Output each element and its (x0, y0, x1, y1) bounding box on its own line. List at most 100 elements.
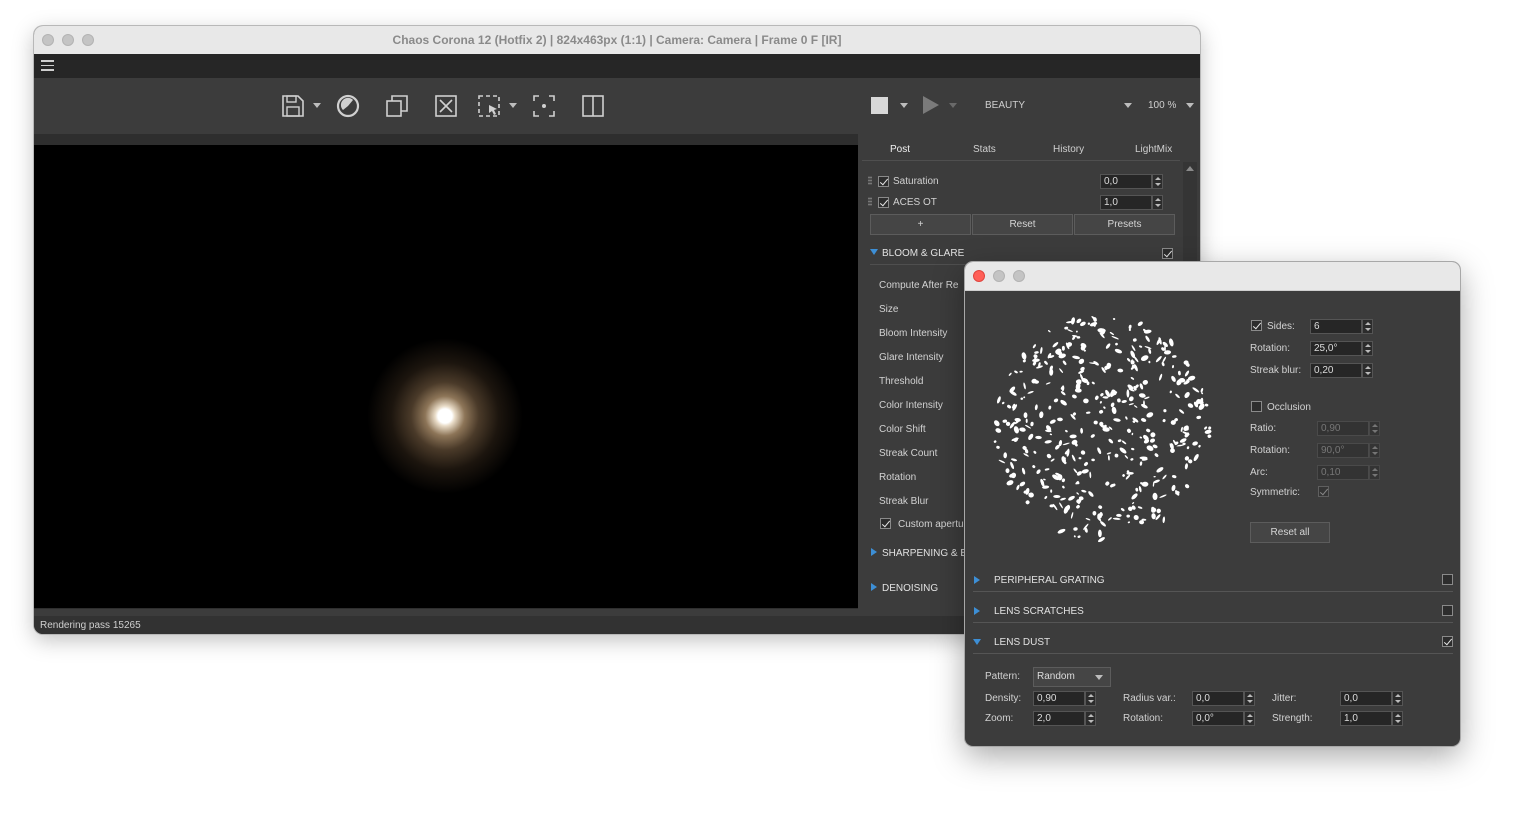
region-select-icon[interactable] (476, 93, 502, 119)
tab-post[interactable]: Post (890, 144, 910, 155)
lens-scratches-checkbox[interactable] (1442, 605, 1453, 616)
custom-aperture-checkbox[interactable] (880, 518, 891, 529)
saturation-stepper[interactable] (1152, 174, 1163, 189)
denoising-title[interactable]: DENOISING (882, 583, 938, 594)
dialog-zoom-button[interactable] (1013, 270, 1025, 282)
stop-dropdown-icon[interactable] (900, 103, 908, 108)
density-field[interactable]: 0,90 (1033, 691, 1085, 706)
aperture-rotation-stepper[interactable] (1362, 341, 1373, 356)
tab-history[interactable]: History (1053, 144, 1084, 155)
radius-var-field[interactable]: 0,0 (1192, 691, 1244, 706)
drag-handle-icon[interactable] (868, 197, 872, 206)
expand-arrow-icon[interactable] (973, 639, 981, 645)
zoom-select[interactable]: 100 % (1148, 100, 1176, 111)
bloom-glare-title[interactable]: BLOOM & GLARE (882, 248, 964, 259)
dialog-close-button[interactable] (973, 270, 985, 282)
jitter-stepper[interactable] (1392, 691, 1403, 706)
dust-speck (1141, 481, 1149, 487)
clear-icon[interactable] (433, 93, 459, 119)
dust-rotation-field[interactable]: 0,0° (1192, 711, 1244, 726)
tab-stats[interactable]: Stats (973, 144, 996, 155)
dust-speck (1131, 345, 1136, 352)
lens-dust-checkbox[interactable] (1442, 636, 1453, 647)
arc-stepper[interactable] (1369, 465, 1380, 480)
copy-icon[interactable] (384, 93, 410, 119)
aces-field[interactable]: 1,0 (1100, 195, 1152, 210)
collapse-arrow-icon[interactable] (974, 576, 980, 584)
streak-blur-stepper[interactable] (1362, 363, 1373, 378)
focus-icon[interactable] (531, 93, 557, 119)
dust-speck (1076, 471, 1082, 476)
dust-speck (1093, 420, 1098, 425)
render-pass-select[interactable]: BEAUTY (985, 100, 1025, 111)
dust-speck (1148, 360, 1151, 364)
split-view-icon[interactable] (580, 93, 606, 119)
occlusion-checkbox[interactable] (1251, 401, 1262, 412)
lens-scratches-title[interactable]: LENS SCRATCHES (994, 606, 1084, 617)
dust-speck (1088, 491, 1094, 497)
play-dropdown-icon[interactable] (949, 103, 957, 108)
arc-field[interactable]: 0,10 (1317, 465, 1369, 480)
dialog-minimize-button[interactable] (993, 270, 1005, 282)
density-stepper[interactable] (1085, 691, 1096, 706)
radius-var-stepper[interactable] (1244, 691, 1255, 706)
aces-checkbox[interactable] (878, 197, 889, 208)
reset-button[interactable]: Reset (972, 214, 1073, 235)
zoom-stepper[interactable] (1085, 711, 1096, 726)
dust-rotation-stepper[interactable] (1244, 711, 1255, 726)
occlusion-rotation-stepper[interactable] (1369, 443, 1380, 458)
hamburger-menu-icon[interactable] (41, 60, 54, 71)
scroll-up-icon[interactable] (1186, 166, 1194, 171)
collapse-arrow-icon[interactable] (871, 548, 877, 556)
drag-handle-icon[interactable] (868, 176, 872, 185)
reset-all-button[interactable]: Reset all (1250, 522, 1330, 543)
save-dropdown-icon[interactable] (313, 103, 321, 108)
presets-button[interactable]: Presets (1074, 214, 1175, 235)
dust-speck (1132, 502, 1135, 505)
save-icon[interactable] (280, 93, 306, 119)
peripheral-grating-checkbox[interactable] (1442, 574, 1453, 585)
tab-lightmix[interactable]: LightMix (1135, 144, 1172, 155)
occlusion-rotation-field[interactable]: 90,0° (1317, 443, 1369, 458)
custom-aperture-label: Custom apertu (898, 519, 964, 530)
bloom-glare-checkbox[interactable] (1162, 248, 1173, 259)
render-icon[interactable] (335, 93, 361, 119)
region-dropdown-icon[interactable] (509, 103, 517, 108)
sides-checkbox[interactable] (1251, 320, 1262, 331)
collapse-arrow-icon[interactable] (871, 583, 877, 591)
bloom-item-label: Glare Intensity (879, 352, 944, 363)
peripheral-grating-title[interactable]: PERIPHERAL GRATING (994, 575, 1105, 586)
pass-dropdown-icon[interactable] (1124, 103, 1132, 108)
sharpening-title[interactable]: SHARPENING & B (882, 548, 967, 559)
jitter-field[interactable]: 0,0 (1340, 691, 1392, 706)
expand-arrow-icon[interactable] (870, 249, 878, 255)
streak-blur-label: Streak blur: (1250, 365, 1302, 376)
aces-stepper[interactable] (1152, 195, 1163, 210)
lens-dust-title[interactable]: LENS DUST (994, 637, 1050, 648)
saturation-checkbox[interactable] (878, 176, 889, 187)
saturation-field[interactable]: 0,0 (1100, 174, 1152, 189)
strength-stepper[interactable] (1392, 711, 1403, 726)
symmetric-checkbox[interactable] (1318, 486, 1329, 497)
ratio-stepper[interactable] (1369, 421, 1380, 436)
rendered-image[interactable] (34, 145, 858, 608)
sides-stepper[interactable] (1362, 319, 1373, 334)
zoom-dropdown-icon[interactable] (1186, 103, 1194, 108)
collapse-arrow-icon[interactable] (974, 607, 980, 615)
sides-field[interactable]: 6 (1310, 319, 1362, 334)
dust-speck (1100, 521, 1106, 527)
stop-icon[interactable] (871, 97, 888, 114)
ratio-field[interactable]: 0,90 (1317, 421, 1369, 436)
streak-blur-field[interactable]: 0,20 (1310, 363, 1362, 378)
panel-scrollbar[interactable] (1183, 162, 1197, 262)
bloom-item-label: Color Intensity (879, 400, 943, 411)
dust-speck (1170, 448, 1175, 454)
aperture-rotation-field[interactable]: 25,0° (1310, 341, 1362, 356)
pattern-dropdown-icon[interactable] (1095, 675, 1103, 680)
dust-speck (1060, 391, 1066, 396)
add-operator-button[interactable]: + (870, 214, 971, 235)
play-icon[interactable] (923, 96, 939, 114)
zoom-field[interactable]: 2,0 (1033, 711, 1085, 726)
strength-field[interactable]: 1,0 (1340, 711, 1392, 726)
dust-speck (1106, 452, 1112, 455)
